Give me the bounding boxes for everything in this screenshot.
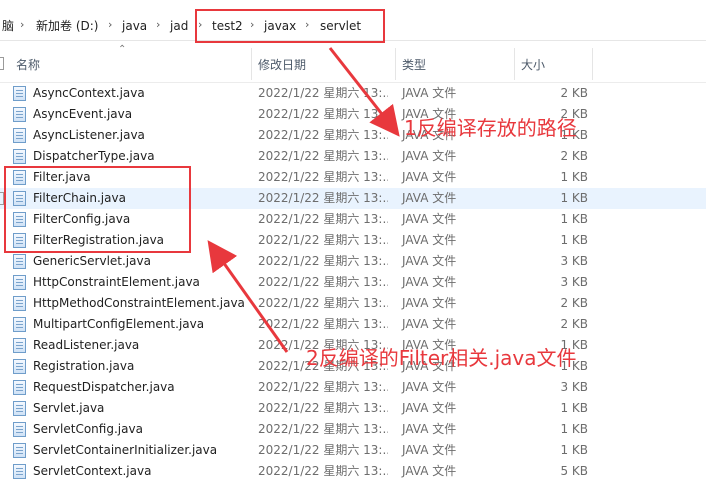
arrow-to-path (328, 47, 400, 137)
annotation-arrows (207, 47, 400, 353)
arrow-to-filter-files (207, 240, 289, 353)
annotation-note-path: 1反编译存放的路径 (404, 116, 577, 140)
annotation-note-filter: 2反编译的Filter相关.java文件 (306, 346, 577, 370)
